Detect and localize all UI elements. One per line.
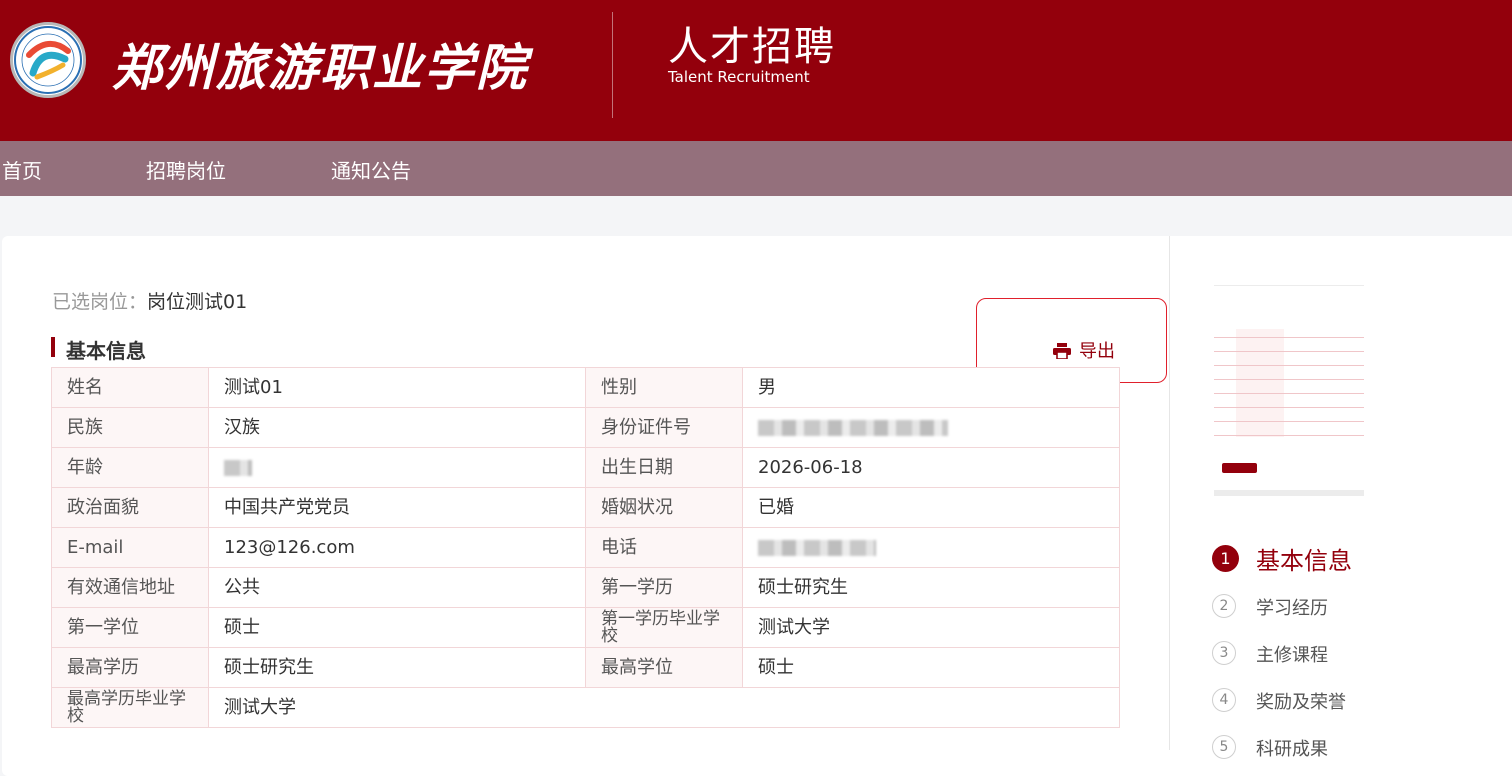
step-number: 4: [1212, 688, 1236, 712]
table-row: 最高学历毕业学校 测试大学: [51, 687, 1120, 728]
first-school-label: 第一学历毕业学校: [585, 607, 743, 648]
highest-school-label: 最高学历毕业学校: [51, 687, 209, 728]
table-row: E-mail 123@126.com 电话: [51, 527, 1120, 568]
phone-value-redacted: [742, 527, 1120, 568]
ethnicity-label: 民族: [51, 407, 209, 448]
gender-value: 男: [742, 367, 1120, 408]
highest-school-value: 测试大学: [208, 687, 1120, 728]
page-subtitle: Talent Recruitment: [668, 68, 810, 86]
politics-label: 政治面貌: [51, 487, 209, 528]
preview-row-line: [1214, 407, 1364, 408]
table-row: 政治面貌 中国共产党党员 婚姻状况 已婚: [51, 487, 1120, 528]
preview-row-line: [1214, 337, 1364, 338]
nav-item-notices[interactable]: 通知公告: [331, 155, 411, 184]
section-title: 基本信息: [66, 339, 146, 363]
section-accent-bar: [51, 337, 55, 357]
redacted-id-number: [758, 419, 948, 436]
highest-degree-label: 最高学位: [585, 647, 743, 688]
email-value: 123@126.com: [208, 527, 586, 568]
name-value: 测试01: [208, 367, 586, 408]
step-label: 主修课程: [1256, 645, 1328, 666]
step-label: 科研成果: [1256, 739, 1328, 760]
selected-post: 已选岗位：岗位测试01: [52, 287, 247, 314]
basic-info-table: 姓名 测试01 性别 男 民族 汉族 身份证件号 年龄 出生日期 2026-06…: [51, 367, 1120, 728]
first-degree-value: 硕士: [208, 607, 586, 648]
preview-row-line: [1214, 379, 1364, 380]
age-label: 年龄: [51, 447, 209, 488]
redacted-age: [224, 459, 252, 476]
highest-education-value: 硕士研究生: [208, 647, 586, 688]
redacted-phone: [758, 539, 876, 556]
id-number-value-redacted: [742, 407, 1120, 448]
step-number: 2: [1212, 594, 1236, 618]
birth-date-value: 2026-06-18: [742, 447, 1120, 488]
marital-status-label: 婚姻状况: [585, 487, 743, 528]
highest-degree-value: 硕士: [742, 647, 1120, 688]
first-education-value: 硕士研究生: [742, 567, 1120, 608]
ethnicity-value: 汉族: [208, 407, 586, 448]
table-row: 最高学历 硕士研究生 最高学位 硕士: [51, 647, 1120, 688]
preview-row-line: [1214, 421, 1364, 422]
resume-preview-thumbnail[interactable]: [1214, 285, 1364, 496]
step-label: 奖励及荣誉: [1256, 692, 1346, 713]
header-divider: [612, 12, 613, 118]
table-row: 民族 汉族 身份证件号: [51, 407, 1120, 448]
preview-button: [1222, 463, 1257, 473]
step-number: 5: [1212, 735, 1236, 759]
id-number-label: 身份证件号: [585, 407, 743, 448]
address-label: 有效通信地址: [51, 567, 209, 608]
preview-row-line: [1214, 393, 1364, 394]
first-education-label: 第一学历: [585, 567, 743, 608]
gender-label: 性别: [585, 367, 743, 408]
first-school-value: 测试大学: [742, 607, 1120, 648]
politics-value: 中国共产党党员: [208, 487, 586, 528]
selected-post-label: 已选岗位：: [52, 291, 148, 313]
preview-row-line: [1214, 365, 1364, 366]
college-logo: [10, 22, 86, 98]
table-row: 姓名 测试01 性别 男: [51, 367, 1120, 408]
site-header: 郑州旅游职业学院 人才招聘 Talent Recruitment: [0, 0, 1512, 141]
birth-date-label: 出生日期: [585, 447, 743, 488]
page-title: 人才招聘: [668, 24, 836, 70]
marital-status-value: 已婚: [742, 487, 1120, 528]
college-logo-graphic: [14, 26, 82, 94]
panel-divider: [1169, 236, 1170, 750]
address-value: 公共: [208, 567, 586, 608]
selected-post-value: 岗位测试01: [147, 291, 248, 313]
main-nav: 首页 招聘岗位 通知公告: [0, 141, 1512, 196]
nav-item-jobs[interactable]: 招聘岗位: [146, 155, 226, 184]
highest-education-label: 最高学历: [51, 647, 209, 688]
phone-label: 电话: [585, 527, 743, 568]
step-number: 3: [1212, 641, 1236, 665]
first-degree-label: 第一学位: [51, 607, 209, 648]
preview-row-line: [1214, 435, 1364, 436]
school-name: 郑州旅游职业学院: [112, 38, 528, 97]
step-label: 学习经历: [1256, 598, 1328, 619]
nav-item-home[interactable]: 首页: [2, 155, 42, 184]
table-row: 第一学位 硕士 第一学历毕业学校 测试大学: [51, 607, 1120, 648]
step-number: 1: [1212, 545, 1239, 572]
preview-row-line: [1214, 351, 1364, 352]
table-row: 有效通信地址 公共 第一学历 硕士研究生: [51, 567, 1120, 608]
email-label: E-mail: [51, 527, 209, 568]
name-label: 姓名: [51, 367, 209, 408]
age-value-redacted: [208, 447, 586, 488]
step-label: 基本信息: [1256, 547, 1352, 575]
table-row: 年龄 出生日期 2026-06-18: [51, 447, 1120, 488]
